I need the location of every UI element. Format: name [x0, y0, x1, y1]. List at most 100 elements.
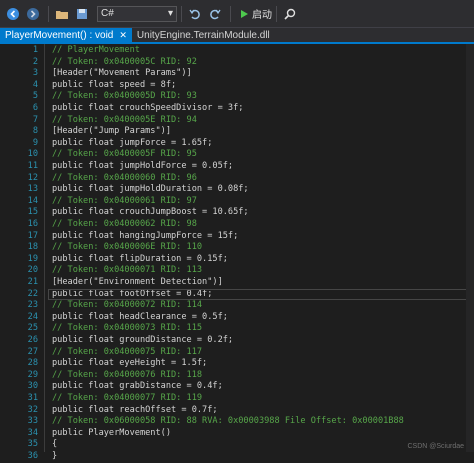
language-value: C# — [101, 8, 114, 19]
code-comment: // Token: 0x04000076 RID: 118 — [52, 369, 203, 380]
line-number: 3 — [32, 68, 38, 79]
code-line[interactable]: 25 // Token: 0x04000073 RID: 115 — [0, 323, 474, 335]
code-text: public float headClearance = 0.5f; — [52, 311, 228, 322]
code-text: [Header("Movement Params")] — [52, 68, 192, 79]
code-line[interactable]: 1 // PlayerMovement — [0, 45, 474, 57]
code-line[interactable]: 17 public float hangingJumpForce = 15f; — [0, 231, 474, 243]
code-line[interactable]: 33 // Token: 0x06000058 RID: 88 RVA: 0x00… — [0, 416, 474, 428]
line-number: 24 — [27, 311, 38, 322]
line-number: 29 — [27, 369, 38, 380]
code-comment: // Token: 0x0400005C RID: 92 — [52, 56, 197, 67]
code-comment: // Token: 0x04000060 RID: 96 — [52, 172, 197, 183]
code-line[interactable]: 7 // Token: 0x0400005E RID: 94 — [0, 115, 474, 127]
code-line[interactable]: 34 public PlayerMovement() — [0, 428, 474, 440]
back-icon[interactable] — [4, 5, 22, 23]
line-number: 16 — [27, 219, 38, 229]
line-number: 18 — [27, 242, 38, 253]
vertical-scrollbar[interactable] — [466, 44, 474, 452]
code-text: public float flipDuration = 0.15f; — [52, 253, 228, 264]
toolbar-separator — [276, 5, 277, 22]
code-comment: // Token: 0x04000075 RID: 117 — [52, 346, 203, 357]
redo-icon[interactable] — [206, 5, 224, 23]
code-comment: // Token: 0x04000072 RID: 114 — [52, 300, 203, 311]
code-line[interactable]: 19 public float flipDuration = 0.15f; — [0, 254, 474, 266]
line-number: 6 — [32, 103, 38, 113]
code-line[interactable]: 22 public float footOffset = 0.4f; — [0, 288, 474, 301]
line-number: 26 — [27, 335, 38, 345]
close-icon[interactable]: ✕ — [119, 30, 127, 41]
code-text: } — [52, 451, 58, 461]
line-number: 25 — [27, 323, 38, 334]
tab-player-movement[interactable]: PlayerMovement() : void ✕ — [0, 28, 132, 42]
code-line[interactable]: 11 public float jumpHoldForce = 0.05f; — [0, 161, 474, 173]
code-line[interactable]: 21 [Header("Environment Detection")] — [0, 277, 474, 289]
code-text: public PlayerMovement() — [52, 427, 171, 438]
code-editor[interactable]: 1 // PlayerMovement 2 // Token: 0x0400005C … — [0, 44, 474, 461]
tab-terrain-module[interactable]: UnityEngine.TerrainModule.dll — [132, 28, 275, 42]
code-text: { — [52, 439, 58, 450]
start-button[interactable]: 启动 — [239, 6, 272, 21]
code-line[interactable]: 12 // Token: 0x04000060 RID: 96 — [0, 173, 474, 185]
code-line[interactable]: 36} — [0, 451, 474, 463]
code-line[interactable]: 4 public float speed = 8f; — [0, 80, 474, 92]
code-line[interactable]: 23 // Token: 0x04000072 RID: 114 — [0, 300, 474, 312]
code-line[interactable]: 10 // Token: 0x0400005F RID: 95 — [0, 149, 474, 161]
code-comment: // Token: 0x06000058 RID: 88 RVA: 0x0000… — [52, 416, 404, 427]
line-number: 34 — [27, 427, 38, 438]
code-line[interactable]: 5 // Token: 0x0400005D RID: 93 — [0, 91, 474, 103]
code-comment: // Token: 0x04000061 RID: 97 — [52, 195, 197, 206]
line-number: 21 — [27, 277, 38, 287]
line-number: 4 — [32, 79, 38, 90]
code-line[interactable]: 6 public float crouchSpeedDivisor = 3f; — [0, 103, 474, 115]
toolbar-separator — [230, 5, 231, 22]
code-line[interactable]: 27 // Token: 0x04000075 RID: 117 — [0, 347, 474, 359]
code-text: public float crouchSpeedDivisor = 3f; — [52, 103, 244, 113]
code-line[interactable]: 14 // Token: 0x04000061 RID: 97 — [0, 196, 474, 208]
open-folder-icon[interactable] — [53, 5, 71, 23]
line-number: 7 — [32, 114, 38, 125]
line-number: 19 — [27, 253, 38, 264]
forward-icon[interactable] — [24, 5, 42, 23]
undo-icon[interactable] — [186, 5, 204, 23]
code-line[interactable]: 24 public float headClearance = 0.5f; — [0, 312, 474, 324]
code-line[interactable]: 31 // Token: 0x04000077 RID: 119 — [0, 393, 474, 405]
search-icon[interactable] — [281, 5, 299, 23]
current-line-highlight — [48, 288, 474, 300]
code-text: public float groundDistance = 0.2f; — [52, 335, 234, 345]
code-line[interactable]: 15 public float crouchJumpBoost = 10.65f; — [0, 207, 474, 219]
language-dropdown[interactable]: C# ▾ — [97, 5, 177, 22]
tab-label: PlayerMovement() : void — [5, 29, 114, 41]
save-all-icon[interactable] — [73, 5, 91, 23]
code-comment: // Token: 0x04000077 RID: 119 — [52, 393, 203, 403]
code-text: public float reachOffset = 0.7f; — [52, 404, 218, 415]
line-number: 17 — [27, 230, 38, 241]
code-comment: // Token: 0x0400005E RID: 94 — [52, 114, 197, 125]
code-comment: // Token: 0x0400006E RID: 110 — [52, 242, 203, 253]
code-comment: // Token: 0x04000062 RID: 98 — [52, 219, 197, 229]
code-text: [Header("Jump Params")] — [52, 126, 171, 137]
line-number: 9 — [32, 137, 38, 148]
code-line[interactable]: 18 // Token: 0x0400006E RID: 110 — [0, 242, 474, 254]
code-line[interactable]: 8 [Header("Jump Params")] — [0, 126, 474, 138]
code-line[interactable]: 2 // Token: 0x0400005C RID: 92 — [0, 57, 474, 69]
code-line[interactable]: 30 public float grabDistance = 0.4f; — [0, 381, 474, 393]
code-line[interactable]: 28 public float eyeHeight = 1.5f; — [0, 358, 474, 370]
code-line[interactable]: 29 // Token: 0x04000076 RID: 118 — [0, 370, 474, 382]
code-line[interactable]: 35 { — [0, 439, 474, 451]
code-line[interactable]: 26 public float groundDistance = 0.2f; — [0, 335, 474, 347]
code-line[interactable]: 3 [Header("Movement Params")] — [0, 68, 474, 80]
code-text: [Header("Environment Detection")] — [52, 277, 223, 287]
line-number: 32 — [27, 404, 38, 415]
line-number: 2 — [32, 56, 38, 67]
code-text: public float speed = 8f; — [52, 79, 177, 90]
code-line[interactable]: 32 public float reachOffset = 0.7f; — [0, 405, 474, 417]
line-number: 35 — [27, 439, 38, 450]
code-line[interactable]: 9 public float jumpForce = 1.65f; — [0, 138, 474, 150]
tab-label: UnityEngine.TerrainModule.dll — [136, 29, 270, 41]
code-line[interactable]: 13 public float jumpHoldDuration = 0.08f; — [0, 184, 474, 196]
code-line[interactable]: 16 // Token: 0x04000062 RID: 98 — [0, 219, 474, 231]
code-comment: // Token: 0x04000073 RID: 115 — [52, 323, 203, 334]
line-number: 30 — [27, 381, 38, 392]
code-text: public float jumpForce = 1.65f; — [52, 137, 213, 148]
code-line[interactable]: 20 // Token: 0x04000071 RID: 113 — [0, 265, 474, 277]
